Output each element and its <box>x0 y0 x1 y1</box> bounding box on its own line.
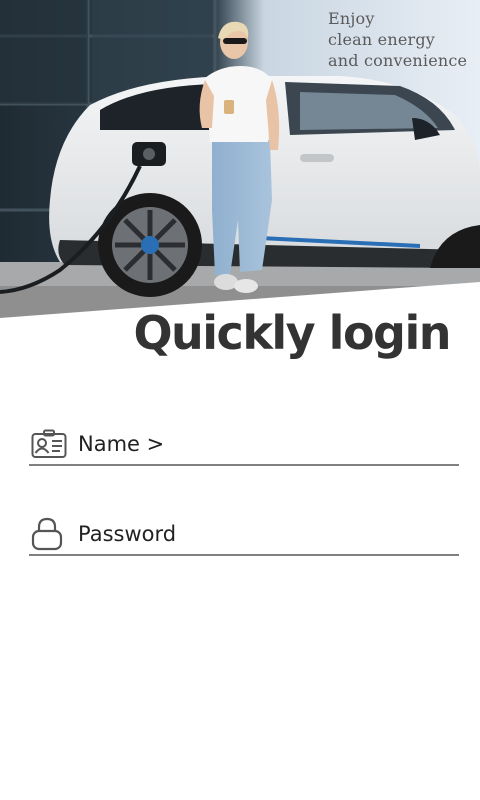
password-field-label: Password <box>78 522 177 546</box>
name-field-label: Name > <box>78 432 165 456</box>
hero-tagline: Enjoy clean energy and convenience <box>328 8 478 71</box>
password-field[interactable]: Password <box>29 514 459 556</box>
hero-banner: Enjoy clean energy and convenience <box>0 0 480 320</box>
tagline-line-1: Enjoy <box>328 9 375 28</box>
page-title: Quickly login <box>133 306 451 360</box>
tagline-line-3: and convenience <box>328 51 468 70</box>
lock-icon <box>31 517 69 551</box>
id-card-icon <box>31 427 69 461</box>
name-field[interactable]: Name > <box>29 424 459 466</box>
tagline-line-2: clean energy <box>328 30 436 49</box>
